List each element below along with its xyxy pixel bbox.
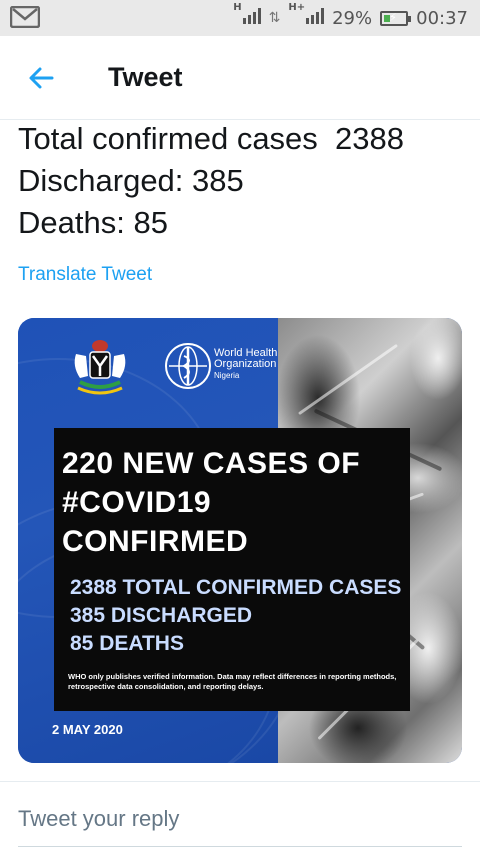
who-emblem-icon (164, 342, 212, 390)
tweet-header: Tweet (0, 36, 480, 120)
tweet-line: Discharged: 385 (18, 163, 244, 198)
tweet-line: Deaths: 85 (18, 205, 168, 240)
tweet-media-image[interactable]: World Health Organization Nigeria 220 NE… (18, 318, 462, 763)
media-stats: 2388 TOTAL CONFIRMED CASES 385 DISCHARGE… (70, 576, 402, 655)
media-disclaimer: WHO only publishes verified information.… (68, 672, 397, 691)
status-bar: H ⇅ H+ 29% ⚡ 00:37 (0, 0, 480, 36)
tweet-line: Total confirmed cases 2388 (18, 121, 404, 156)
coat-of-arms-icon (68, 336, 132, 398)
tweet-text: Total confirmed cases 2388 Discharged: 3… (18, 118, 468, 244)
reply-input[interactable]: Tweet your reply (18, 806, 179, 832)
signal-icon: H (233, 2, 261, 29)
media-headline: 220 NEW CASES OF #COVID19 CONFIRMED (62, 447, 361, 558)
data-arrows-icon: ⇅ (268, 10, 281, 26)
back-arrow-icon[interactable] (26, 62, 58, 94)
translate-tweet-link[interactable]: Translate Tweet (18, 264, 152, 286)
gmail-icon (9, 5, 41, 29)
battery-percent: 29% (332, 7, 373, 29)
page-title: Tweet (108, 62, 183, 92)
signal-icon: H+ (288, 2, 325, 29)
clock: 00:37 (416, 7, 468, 29)
reply-underline (18, 846, 462, 847)
status-icons: H ⇅ H+ 29% ⚡ 00:37 (233, 0, 468, 36)
media-date: 2 MAY 2020 (52, 722, 123, 737)
who-name: World Health Organization Nigeria (214, 347, 278, 381)
battery-icon: ⚡ (380, 10, 412, 26)
divider (0, 781, 480, 782)
